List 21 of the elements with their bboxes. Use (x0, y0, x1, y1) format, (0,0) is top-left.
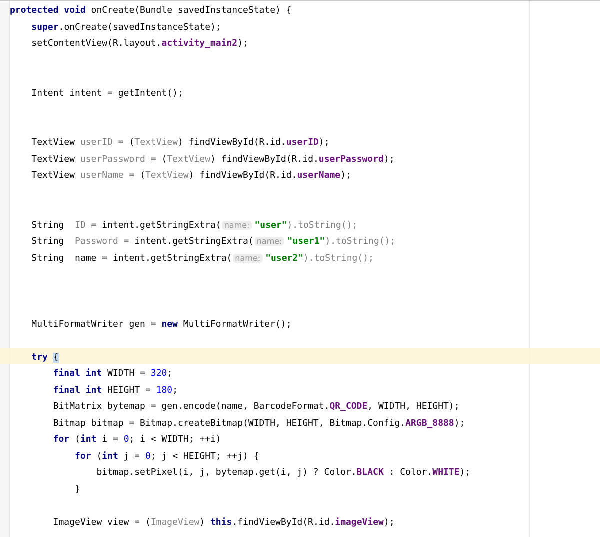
code-line: final int HEIGHT = 180; (52, 386, 178, 396)
code-line: Bitmap bitmap = Bitmap.createBitmap(WIDTH, HEIGHT, Bitmap.Config.ARGB_8888); (52, 418, 466, 428)
code-line: try { (30, 352, 59, 362)
code-line: super.onCreate(savedInstanceState); (30, 22, 222, 32)
code-line: } (74, 484, 80, 494)
code-line: TextView userPassword = (TextView) findViewById(R.id.userPassword); (30, 154, 395, 164)
code-line: for (int j = 0; j < HEIGHT; ++j) { (74, 452, 260, 462)
code-line: ImageView view = (ImageView) this.findViewById(R.id.imageView); (52, 518, 395, 528)
code-line: String ID = intent.getStringExtra( name: "user").toString(); (30, 220, 358, 230)
code-line: final int WIDTH = 320; (52, 369, 173, 379)
code-line: String Password = intent.getStringExtra( name: "user1").toString(); (30, 237, 396, 247)
code-line: bitmap.setPixel(i, j, bytemap.get(i, j) ? Color.BLACK : Color.WHITE); (96, 468, 471, 478)
code-line: for (int i = 0; i < WIDTH; ++i) (52, 435, 222, 445)
code-line: TextView userName = (TextView) findViewById(R.id.userName); (30, 171, 352, 181)
code-line: protected void onCreate(Bundle savedInstanceState) { (10, 6, 292, 16)
code-line: BitMatrix bytemap = gen.encode(name, BarcodeFormat.QR_CODE, WIDTH, HEIGHT); (52, 402, 460, 412)
code-line: Intent intent = getIntent(); (30, 88, 184, 98)
code-line: TextView userID = (TextView) findViewById(R.id.userID); (30, 138, 330, 148)
code-line: setContentView(R.layout.activity_main2); (30, 39, 248, 49)
code-line: String name = intent.getStringExtra( name: "user2").toString(); (30, 254, 374, 264)
code-line: MultiFormatWriter gen = new MultiFormatWriter(); (30, 320, 292, 330)
